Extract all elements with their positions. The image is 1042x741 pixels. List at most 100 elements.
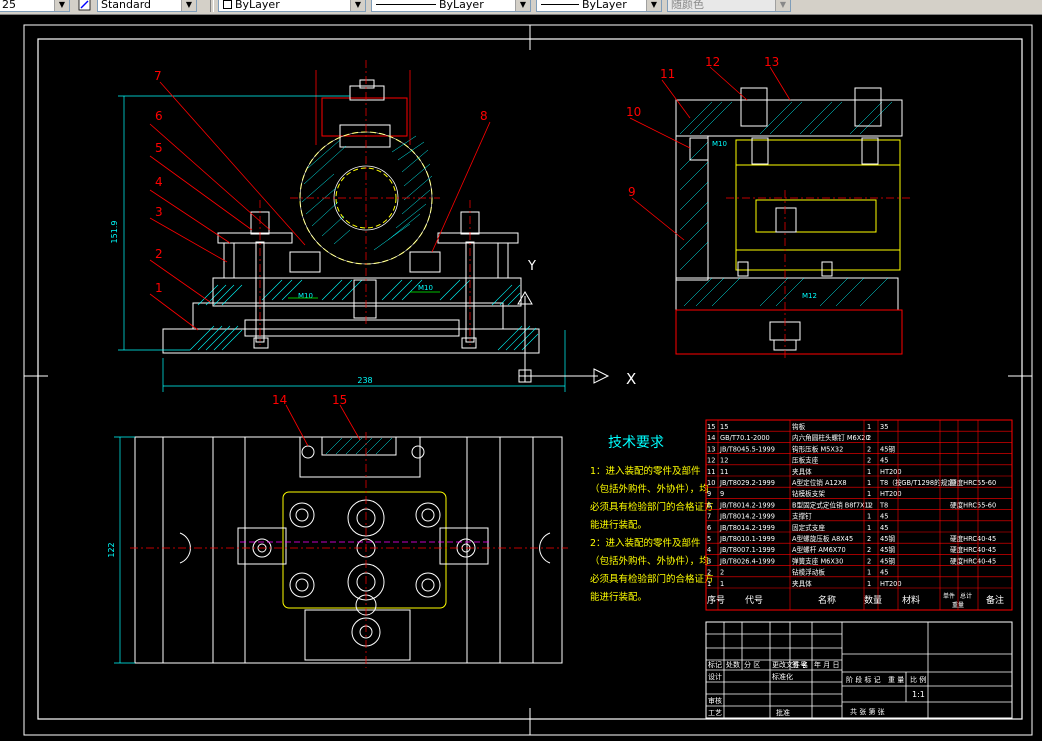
linetype-combo[interactable]: ByLayer ▼ bbox=[371, 0, 531, 12]
bom-cell: 2 bbox=[707, 569, 711, 577]
bom-cell: 钩形压板 M5X32 bbox=[792, 444, 843, 453]
dim-style-icon[interactable] bbox=[78, 0, 91, 11]
bom-cell: 夹具体 bbox=[792, 579, 812, 588]
plot-style-combo[interactable]: 随颜色 ▼ bbox=[667, 0, 791, 12]
bom-cell: 硬度HRC55-60 bbox=[950, 478, 996, 487]
balloon-9: 9 bbox=[628, 185, 636, 199]
front-view: 151.9 238 M10 M10 1 2 3 4 5 6 7 8 Y X bbox=[110, 60, 636, 392]
bom-cell: 1 bbox=[707, 580, 711, 588]
text-style-combo[interactable]: 25 ▼ bbox=[0, 0, 70, 12]
bom-cell: 7 bbox=[707, 513, 711, 521]
tb-stage: 阶 段 标 记 bbox=[846, 675, 881, 684]
balloon-10: 10 bbox=[626, 105, 641, 119]
bom-cell: T8（按GB/T1298的规定） bbox=[879, 478, 960, 487]
chevron-down-icon[interactable]: ▼ bbox=[646, 0, 661, 11]
tech-req-line3: 必须具有检验部门的合格证方 bbox=[590, 501, 714, 513]
bom-cell: 9 bbox=[707, 490, 711, 498]
centering-marks bbox=[24, 25, 1032, 735]
tech-req-line8: 能进行装配。 bbox=[590, 591, 647, 603]
balloon-6: 6 bbox=[155, 109, 163, 123]
bom-cell: GB/T70.1-2000 bbox=[720, 434, 770, 442]
technical-requirements: 技术要求 1：进入装配的零件及部件 （包括外购件、外协件），均 必须具有检验部门… bbox=[590, 435, 714, 603]
dim-style-value: Standard bbox=[101, 0, 152, 11]
lineweight-value: ByLayer bbox=[582, 0, 627, 11]
bom-cell: 1 bbox=[867, 423, 871, 431]
linetype-value: ByLayer bbox=[439, 0, 484, 11]
bom-cell: 2 bbox=[867, 457, 871, 465]
bom-cell: JB/T8045.5-1999 bbox=[719, 445, 775, 453]
tb-weight: 重 量 bbox=[888, 676, 904, 684]
bom-header-subcell: 单件 bbox=[943, 592, 955, 600]
bom-cell: JB/T8007.1-1999 bbox=[719, 546, 775, 554]
bom-cell: JB/T8014.2-1999 bbox=[719, 513, 775, 521]
dim-front-width: 238 bbox=[357, 376, 372, 385]
bom-header-cell: 材料 bbox=[902, 594, 920, 606]
chevron-down-icon[interactable]: ▼ bbox=[350, 0, 365, 11]
bom-cell: 支撑钉 bbox=[792, 512, 812, 521]
bom-cell: 45 bbox=[880, 569, 888, 577]
tb-design: 设计 bbox=[708, 672, 722, 681]
bom-cell: HT200 bbox=[880, 468, 902, 476]
bom-cell: 5 bbox=[707, 535, 711, 543]
bom-header-cell: 数量 bbox=[864, 594, 882, 606]
tech-req-line6: （包括外购件、外协件），均 bbox=[590, 555, 709, 567]
bom-header-subcell: 总计 bbox=[960, 592, 972, 600]
bom-cell: JB/T8010.1-1999 bbox=[719, 535, 775, 543]
tb-scale: 比 例 bbox=[910, 675, 926, 684]
bom-cell: 1 bbox=[867, 479, 871, 487]
bom-cell: 2 bbox=[867, 535, 871, 543]
text-style-value: 25 bbox=[2, 0, 16, 11]
bom-cell: 硬度HRC40-45 bbox=[950, 534, 996, 543]
balloon-13: 13 bbox=[764, 55, 779, 69]
bom-cell: 2 bbox=[867, 434, 871, 442]
bom-cell: 10 bbox=[707, 479, 715, 487]
bom-cell: 15 bbox=[720, 423, 728, 431]
bom-header-subcell: 重量 bbox=[952, 601, 964, 609]
tb-standard: 标准化 bbox=[772, 672, 793, 681]
bom-cell: 11 bbox=[720, 468, 728, 476]
tech-req-line1: 1：进入装配的零件及部件 bbox=[590, 465, 701, 477]
bom-cell: 内六角圆柱头螺钉 M6X20 bbox=[792, 433, 870, 442]
bom-cell: 1 bbox=[867, 524, 871, 532]
lineweight-combo[interactable]: ByLayer ▼ bbox=[536, 0, 662, 12]
balloon-15: 15 bbox=[332, 393, 347, 407]
bom-cell: HT200 bbox=[880, 490, 902, 498]
bom-cell: 8 bbox=[707, 501, 711, 509]
bom-cell: 45钢 bbox=[880, 546, 895, 554]
tb-mark: 标记 bbox=[708, 660, 722, 669]
bom-cell: 2 bbox=[867, 445, 871, 453]
balloon-2: 2 bbox=[155, 247, 163, 261]
bom-cell: JB/T8014.2-1999 bbox=[719, 501, 775, 509]
bom-cell: 硬度HRC55-60 bbox=[950, 500, 996, 509]
chevron-down-icon[interactable]: ▼ bbox=[775, 0, 790, 11]
bom-cell: 1 bbox=[867, 501, 871, 509]
front-leaders bbox=[149, 81, 491, 331]
drawing-canvas[interactable]: 151.9 238 M10 M10 1 2 3 4 5 6 7 8 Y X 11… bbox=[0, 15, 1042, 741]
bom-cell: 13 bbox=[707, 445, 715, 453]
chevron-down-icon[interactable]: ▼ bbox=[181, 0, 196, 11]
chevron-down-icon[interactable]: ▼ bbox=[515, 0, 530, 11]
tb-date: 年 月 日 bbox=[814, 660, 839, 669]
tb-sheet: 共 张 第 张 bbox=[850, 707, 885, 716]
balloon-1: 1 bbox=[155, 281, 163, 295]
bom-cell: 钻模板支架 bbox=[792, 489, 825, 498]
front-hatch bbox=[189, 279, 539, 351]
tech-req-line4: 能进行装配。 bbox=[590, 519, 647, 531]
dim-style-combo[interactable]: Standard ▼ bbox=[97, 0, 197, 12]
bom-cell: 压板支座 bbox=[792, 456, 819, 465]
tech-req-line5: 2：进入装配的零件及部件 bbox=[590, 537, 701, 549]
bom-cell: 4 bbox=[707, 546, 711, 554]
chevron-down-icon[interactable]: ▼ bbox=[54, 0, 69, 11]
balloon-4: 4 bbox=[155, 175, 163, 189]
tb-check: 审核 bbox=[708, 696, 722, 705]
bom-cell: 45 bbox=[880, 524, 888, 532]
bom-cell: T8 bbox=[879, 501, 888, 509]
tb-approve: 批准 bbox=[776, 708, 790, 717]
bom-cell: 2 bbox=[720, 569, 724, 577]
bom-cell: JB/T8014.2-1999 bbox=[719, 524, 775, 532]
bom-cell: 钩板 bbox=[792, 422, 806, 431]
tb-count: 处数 bbox=[726, 660, 740, 669]
bom-cell: 14 bbox=[707, 434, 715, 442]
layer-combo[interactable]: ByLayer ▼ bbox=[218, 0, 366, 12]
bom-cell: 1 bbox=[867, 513, 871, 521]
